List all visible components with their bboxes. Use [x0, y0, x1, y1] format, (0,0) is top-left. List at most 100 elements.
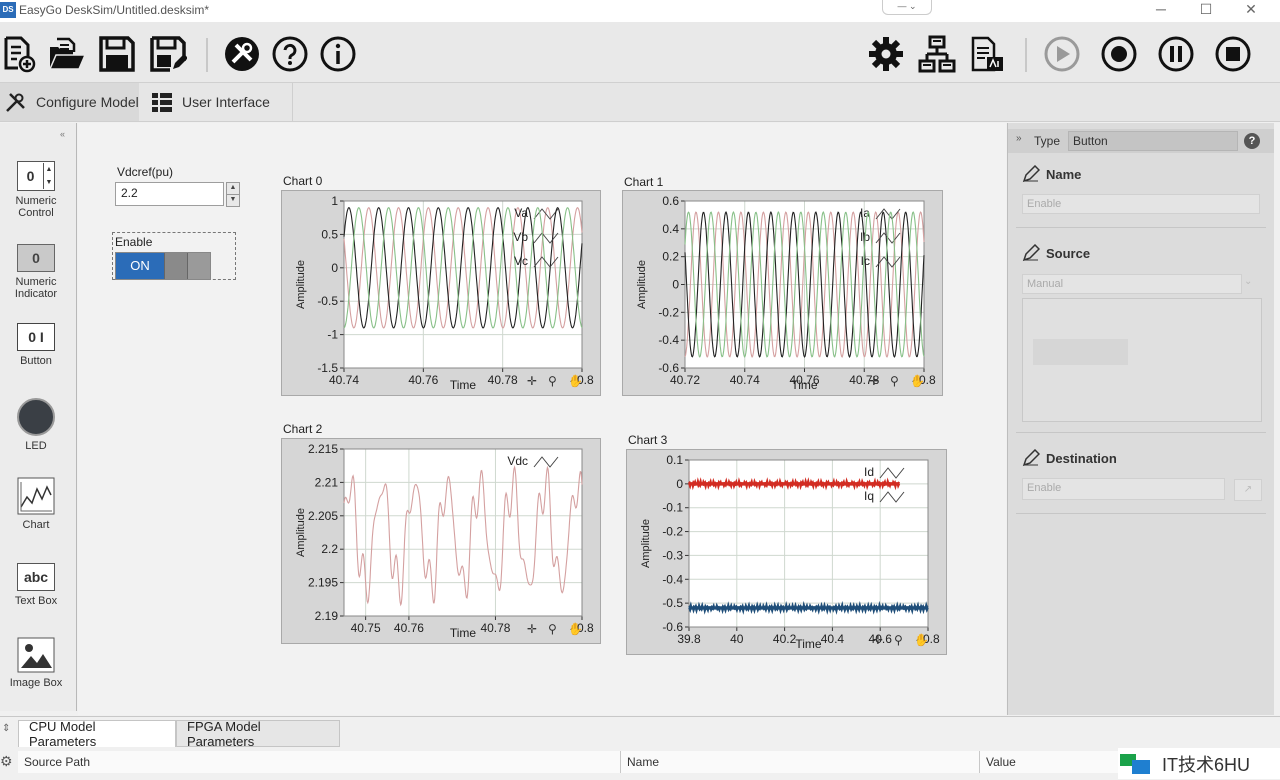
title-dropdown[interactable]: — ⌄ — [882, 0, 932, 15]
save-as-button[interactable] — [149, 35, 187, 73]
chart-0-title: Chart 0 — [283, 174, 323, 188]
legend-label: Iq — [864, 489, 874, 503]
source-options-box — [1022, 298, 1262, 422]
properties-panel: » Type Button ? Name Enable Source Manua… — [1007, 123, 1274, 715]
decrement-arrow[interactable]: ▼ — [226, 194, 240, 207]
tab-configure-model[interactable]: Configure Model — [0, 83, 139, 121]
y-axis-label: Amplitude — [640, 519, 652, 568]
chart-1[interactable]: 40.72 40.74 40.76 40.78 40.80.60.40.20-0.2-0… — [623, 191, 942, 395]
palette-text-box[interactable]: abc Text Box — [0, 563, 72, 607]
open-folder-button[interactable] — [48, 35, 86, 73]
vdcref-input[interactable]: 2.2 — [115, 182, 224, 206]
pan-tool-icon: ✋ — [568, 374, 583, 388]
pan-tool-icon: ✋ — [568, 622, 583, 636]
y-tick-label: -0.6 — [658, 361, 679, 375]
y-tick-label: 2.215 — [308, 442, 338, 456]
tools-button[interactable] — [223, 35, 261, 73]
column-value[interactable]: Value — [980, 751, 1120, 773]
y-tick-label: -0.4 — [658, 333, 679, 347]
open-folder-icon — [48, 37, 86, 70]
hierarchy-button[interactable] — [918, 35, 956, 73]
type-value[interactable]: Button — [1068, 131, 1238, 151]
chart-3[interactable]: 39.8 40 40.2 40.4 40.6 40.80.10-0.1-0.2-0.3-0… — [627, 450, 946, 654]
save-button[interactable] — [98, 35, 136, 73]
zoom-tool-icon: ⚲ — [548, 374, 557, 388]
enable-button-label: Enable — [115, 235, 153, 249]
minimize-icon[interactable]: ─ — [1146, 1, 1176, 17]
collapse-icon[interactable]: « — [60, 129, 65, 139]
gear-icon[interactable]: ⚙ — [0, 753, 13, 770]
source-select[interactable]: Manual — [1022, 274, 1242, 294]
tab-cpu-model-parameters[interactable]: CPU Model Parameters — [18, 719, 176, 749]
info-button[interactable] — [319, 35, 357, 73]
help-button[interactable] — [271, 35, 309, 73]
divider — [1016, 513, 1266, 514]
chevron-down-icon[interactable]: ⌄ — [1244, 276, 1252, 287]
app-logo: DS — [0, 2, 16, 18]
palette-numeric-indicator[interactable]: 0 Numeric Indicator — [0, 244, 72, 300]
chart-0[interactable]: 40.74 40.76 40.78 40.810.50-0.5-1-1.5TimeAm… — [282, 191, 600, 395]
maximize-icon[interactable]: ☐ — [1191, 1, 1221, 18]
run-button[interactable] — [1043, 35, 1081, 73]
toggle-thumb — [164, 253, 187, 279]
palette-chart[interactable]: Chart — [0, 477, 72, 531]
record-button[interactable] — [1100, 35, 1138, 73]
cursor-tool-icon: ✛ — [873, 633, 883, 647]
chart-1-frame: 40.72 40.74 40.76 40.78 40.8 0.6 0.4 0.2 0 -0.2 -0… — [622, 190, 943, 396]
new-file-icon — [4, 36, 36, 73]
y-axis-label: Amplitude — [295, 260, 307, 309]
chart-0-frame: 40.74 40.76 40.78 40.8 1 0.5 0 -0.5 -1 -1.5 Time Am… — [281, 190, 601, 396]
tab-user-interface[interactable]: User Interface — [142, 83, 293, 121]
y-tick-label: -0.3 — [662, 548, 683, 562]
numeric-indicator-icon: 0 — [17, 244, 55, 272]
control-palette: « 0 ▲ ▼ Numeric Control 0 Numeric Indicato… — [0, 123, 77, 711]
x-tick-label: 39.8 — [677, 632, 701, 646]
type-header: » Type Button ? — [1008, 129, 1274, 153]
palette-led[interactable]: LED — [0, 398, 72, 452]
pause-button[interactable] — [1157, 35, 1195, 73]
x-tick-label: 40.78 — [488, 373, 518, 387]
chart-2[interactable]: 40.75 40.76 40.78 40.82.2152.212.2052.22.19… — [282, 439, 600, 643]
palette-image-box[interactable]: Image Box — [0, 637, 72, 689]
help-icon[interactable]: ? — [1244, 133, 1260, 149]
x-tick-label: 40.75 — [351, 621, 381, 635]
enable-toggle-button[interactable]: ON — [115, 252, 211, 280]
palette-button[interactable]: 0 I Button — [0, 323, 72, 367]
tab-label: Configure Model — [36, 94, 139, 110]
y-tick-label: -0.5 — [317, 294, 338, 308]
report-button[interactable] — [968, 35, 1006, 73]
divider — [1016, 432, 1266, 433]
toolbar-separator — [1025, 38, 1027, 72]
toggle-on-label: ON — [116, 253, 164, 279]
column-name[interactable]: Name — [621, 751, 980, 773]
numeric-control-icon: 0 ▲ ▼ — [17, 161, 55, 191]
name-field[interactable]: Enable — [1022, 194, 1260, 214]
cursor-tool-icon: ✛ — [527, 622, 537, 636]
document-icon — [971, 36, 1003, 72]
destination-field[interactable]: Enable — [1022, 478, 1225, 500]
legend-label: Ic — [861, 254, 870, 268]
new-file-button[interactable] — [0, 35, 38, 73]
expand-icon[interactable]: » — [1016, 133, 1022, 144]
x-tick-label: 40.72 — [670, 373, 700, 387]
button-icon: 0 I — [17, 323, 55, 351]
series-iq-line — [688, 600, 929, 615]
settings-button[interactable] — [867, 35, 905, 73]
palette-numeric-control[interactable]: 0 ▲ ▼ Numeric Control — [0, 161, 72, 219]
pause-icon — [1158, 36, 1194, 72]
wrench-icon — [6, 93, 25, 112]
chart-1-title: Chart 1 — [624, 175, 664, 189]
pencil-icon — [1022, 244, 1040, 262]
expand-icon[interactable]: ⇕ — [2, 723, 10, 734]
tab-fpga-model-parameters[interactable]: FPGA Model Parameters — [176, 719, 340, 749]
y-tick-label: 0.4 — [662, 222, 679, 236]
y-tick-label: 0 — [331, 261, 338, 275]
column-source-path[interactable]: Source Path — [18, 751, 621, 773]
x-tick-label: 40.76 — [408, 373, 438, 387]
stop-button[interactable] — [1214, 35, 1252, 73]
destination-section-header: Destination — [1022, 449, 1117, 467]
close-icon[interactable]: ✕ — [1236, 1, 1266, 18]
link-destination-button[interactable]: ↗ — [1234, 479, 1262, 501]
parameters-panel: ⇕ CPU Model Parameters FPGA Model Parame… — [0, 716, 1280, 780]
stop-icon — [1215, 36, 1251, 72]
